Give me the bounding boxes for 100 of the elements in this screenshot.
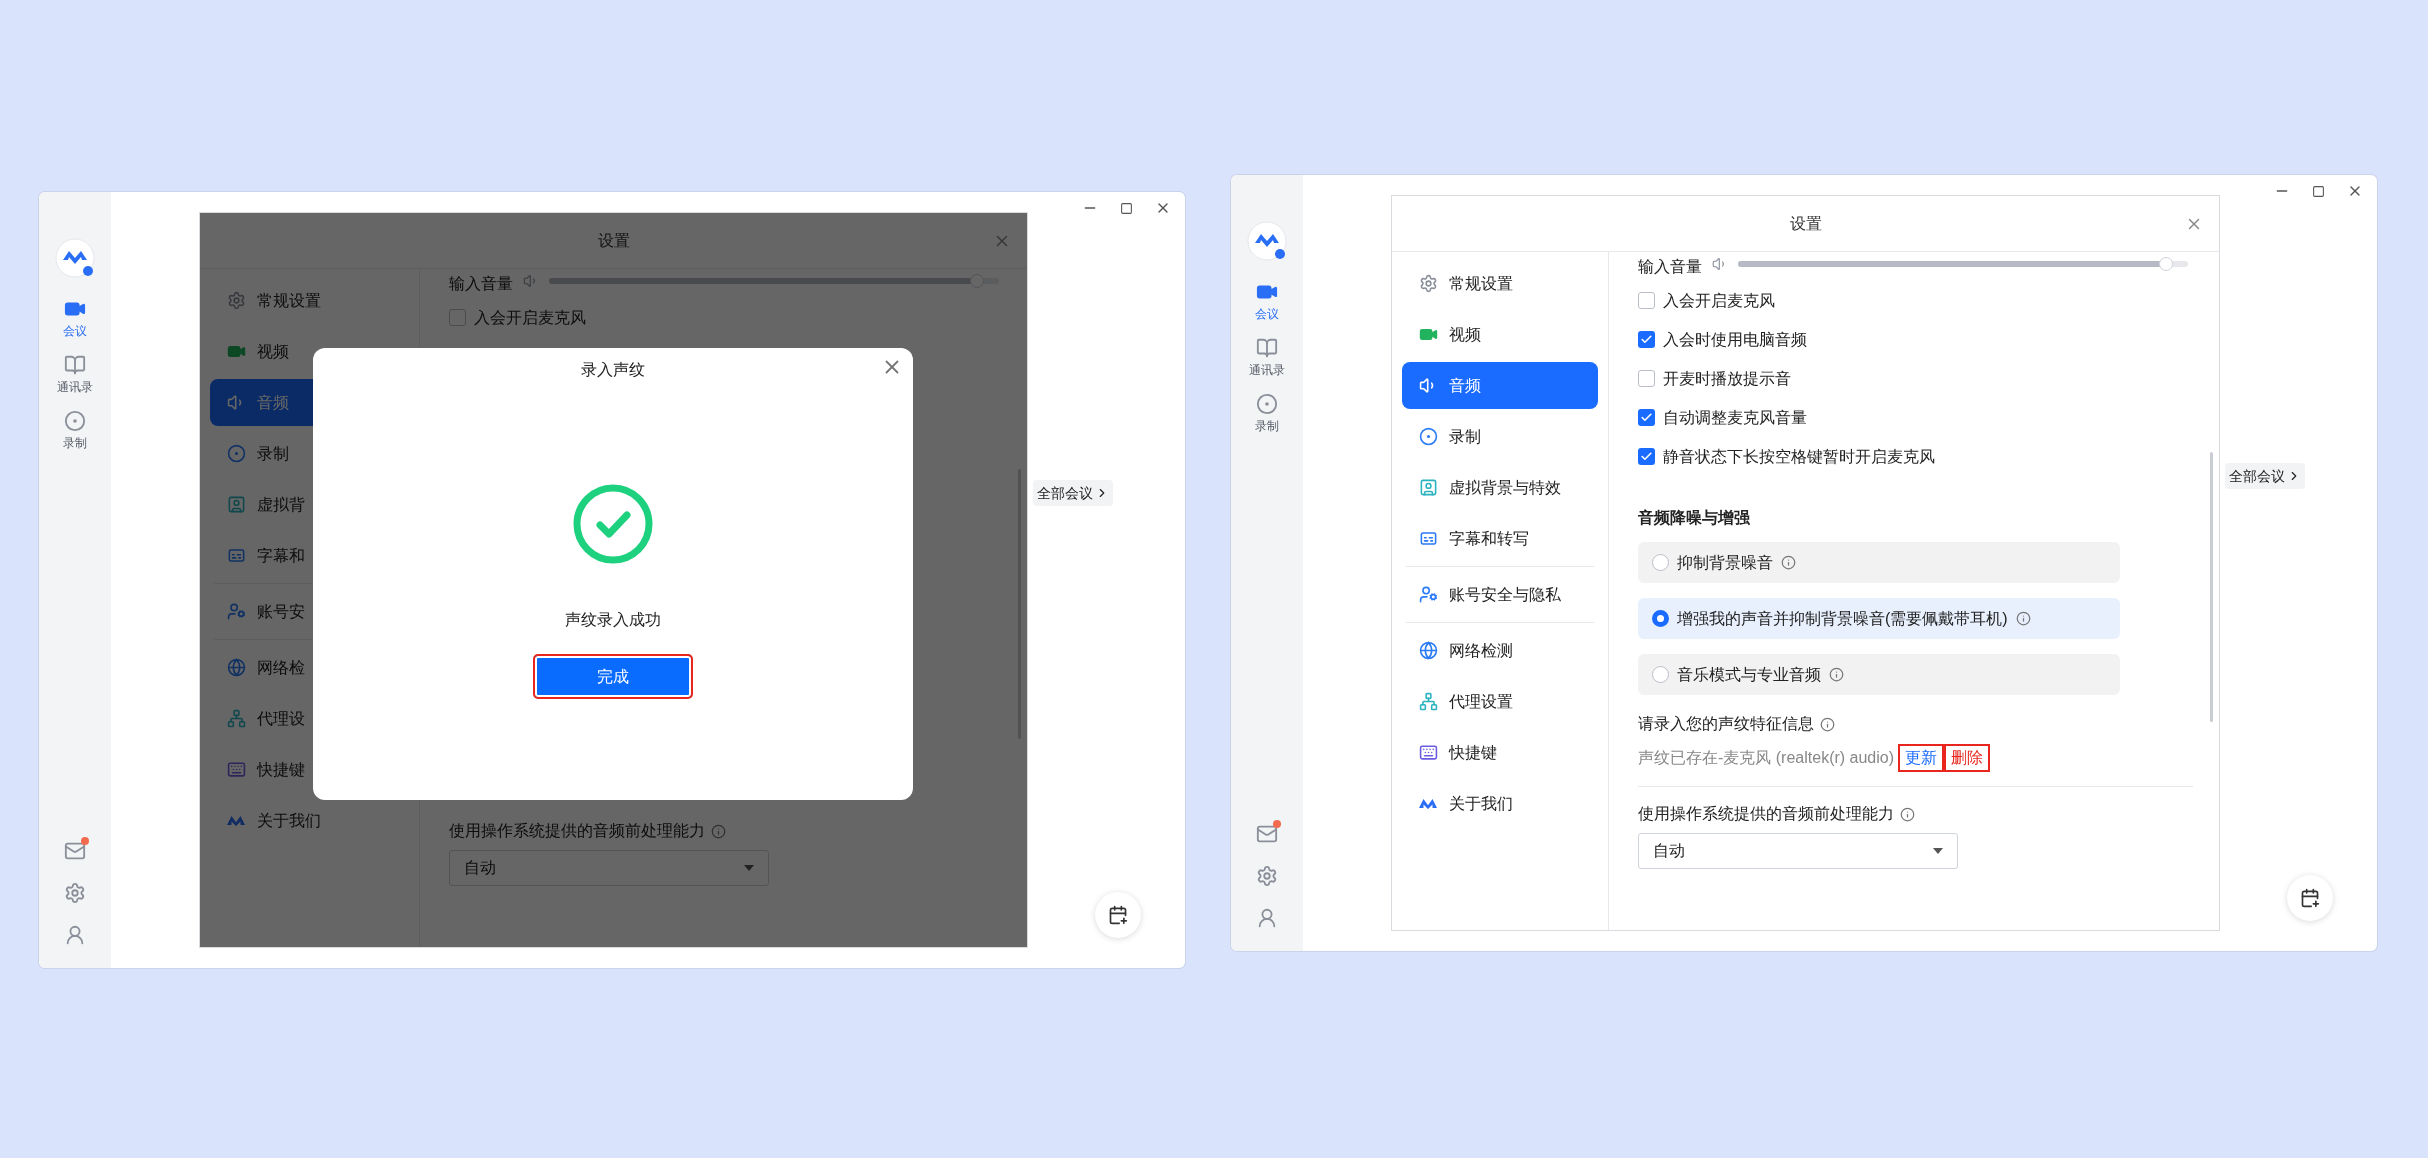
check-icon [1640,411,1653,424]
settings-nav-item[interactable]: 视频 [210,328,409,375]
app-mark-icon [227,815,245,826]
checkbox[interactable] [449,309,466,326]
checkbox-label: 开麦时播放提示音 [1663,368,1791,389]
settings-nav-item[interactable]: 网络检 [210,644,409,691]
info-icon [1829,667,1844,682]
calendar-plus-icon [1108,905,1128,925]
maximize-icon[interactable] [2312,184,2325,198]
schedule-button[interactable] [2287,875,2333,921]
settings-nav-item[interactable]: 代理设置 [1402,678,1598,725]
settings-nav-item[interactable]: 账号安 [210,588,409,635]
record-icon [64,410,86,432]
settings-nav-item[interactable]: 虚拟背 [210,481,409,528]
checkbox[interactable] [1638,370,1655,387]
radio-button[interactable] [1652,666,1669,683]
rail-tab[interactable]: 录制 [1255,393,1279,435]
dropdown-caret-icon [1933,848,1943,854]
volume-slider[interactable] [1738,256,2188,272]
noise-option[interactable]: 抑制背景噪音 [1638,542,2120,583]
preprocess-label: 使用操作系统提供的音频前处理能力 [449,821,705,841]
book-icon [1256,337,1278,359]
portrait-icon [1418,478,1438,497]
settings-nav-item[interactable]: 虚拟背景与特效 [1402,464,1598,511]
rail-tab[interactable]: 会议 [63,298,87,340]
record-icon [1418,427,1438,446]
checkbox[interactable] [1638,292,1655,309]
settings-nav-item[interactable]: 字幕和转写 [1402,515,1598,562]
info-icon [1900,806,1915,822]
checkbox-label: 自动调整麦克风音量 [1663,407,1807,428]
settings-nav-item[interactable]: 网络检测 [1402,627,1598,674]
globe-icon [226,658,246,677]
settings-nav-item[interactable]: 录制 [1402,413,1598,460]
globe-icon [1418,641,1438,660]
checkbox[interactable] [1638,448,1655,465]
delete-link[interactable]: 删除 [1944,744,1991,772]
volume-slider[interactable] [549,273,999,289]
checkbox[interactable] [1638,409,1655,426]
calendar-plus-icon [2300,888,2320,908]
rail-tab[interactable]: 通讯录 [57,354,93,396]
settings-nav-item[interactable]: 快捷键 [210,746,409,793]
settings-nav-item[interactable]: 视频 [1402,311,1598,358]
success-check-icon [573,484,653,564]
settings-nav-item[interactable]: 快捷键 [1402,729,1598,776]
done-button[interactable]: 完成 [533,654,693,699]
app-logo-icon [1247,221,1287,261]
checkbox-label: 入会开启麦克风 [474,307,586,328]
settings-nav-item[interactable]: 字幕和 [210,532,409,579]
update-link[interactable]: 更新 [1898,744,1945,772]
info-icon [1820,716,1835,732]
settings-nav-item[interactable]: 关于我们 [1402,780,1598,827]
check-icon [1640,333,1653,346]
portrait-icon [226,495,246,514]
gear-icon [1418,274,1438,293]
preprocess-select[interactable]: 自动 [1638,833,1958,869]
record-icon [226,444,246,463]
checkbox-label: 入会时使用电脑音频 [1663,329,1807,350]
preprocess-select[interactable]: 自动 [449,850,769,886]
captions-icon [226,546,246,565]
radio-button[interactable] [1652,554,1669,571]
settings-nav-item[interactable]: 常规设置 [1402,260,1598,307]
noise-option[interactable]: 增强我的声音并抑制背景噪音(需要佩戴带耳机) [1638,598,2120,639]
settings-nav-item[interactable]: 常规设置 [210,277,409,324]
settings-nav-item[interactable]: 录制 [210,430,409,477]
schedule-button[interactable] [1095,892,1141,938]
mail-icon[interactable] [64,840,86,862]
volume-label: 输入音量 [449,276,513,292]
rail-tab[interactable]: 录制 [63,410,87,452]
keyboard-icon [226,760,246,779]
checkbox[interactable] [1638,331,1655,348]
keyboard-icon [1418,743,1438,762]
info-icon [1781,555,1796,570]
check-icon [1640,450,1653,463]
section-title: 音频降噪与增强 [1638,508,1751,528]
mail-icon[interactable] [1256,823,1278,845]
settings-title: 设置 [597,230,630,251]
dropdown-caret-icon [744,865,754,871]
success-message: 声纹录入成功 [565,610,661,630]
noise-option[interactable]: 音乐模式与专业音频 [1638,654,2120,695]
settings-nav-item[interactable]: 账号安全与隐私 [1402,571,1598,618]
captions-icon [1418,529,1438,548]
settings-nav-item[interactable]: 代理设 [210,695,409,742]
user-icon[interactable] [1256,907,1278,929]
maximize-icon[interactable] [1120,201,1133,215]
user-gear-icon [1418,585,1438,604]
voiceprint-status: 声纹已存在-麦克风 (realtek(r) audio) [1638,748,1895,768]
rail-tab[interactable]: 通讯录 [1249,337,1285,379]
settings-nav-item[interactable]: 关于我们 [210,797,409,844]
checkbox-label: 静音状态下长按空格键暂时开启麦克风 [1663,446,1935,467]
all-meetings-link[interactable]: 全部会议 [2225,463,2305,489]
all-meetings-link[interactable]: 全部会议 [1033,480,1113,506]
user-gear-icon [226,602,246,621]
settings-icon[interactable] [64,882,86,904]
settings-icon[interactable] [1256,865,1278,887]
settings-nav-item[interactable]: 音频 [1402,362,1598,409]
settings-title: 设置 [1789,213,1822,234]
user-icon[interactable] [64,924,86,946]
gear-icon [226,291,246,310]
radio-button[interactable] [1652,610,1669,627]
rail-tab[interactable]: 会议 [1255,281,1279,323]
